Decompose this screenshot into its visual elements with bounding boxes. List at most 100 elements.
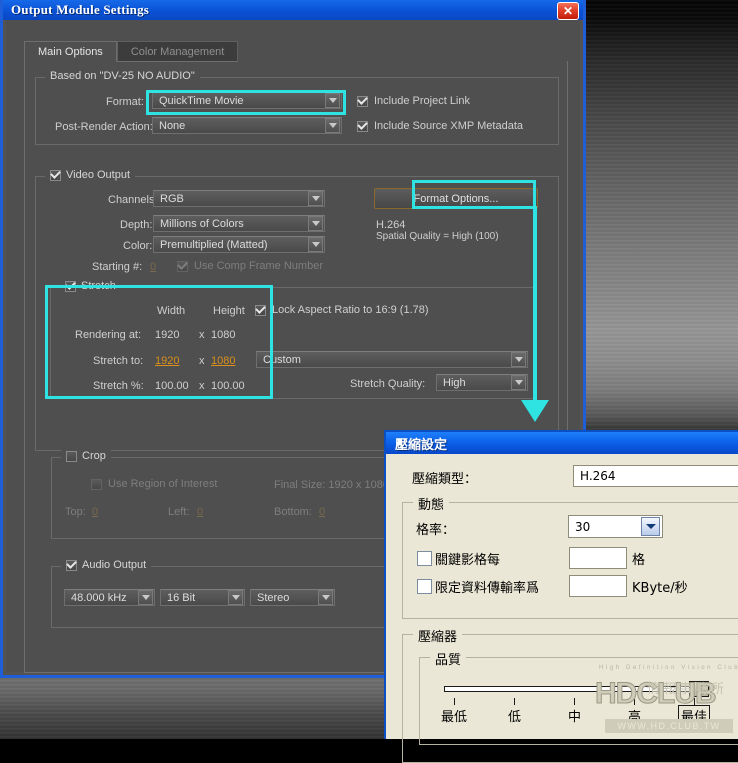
close-icon[interactable]: ✕	[557, 2, 579, 20]
codec-info-line2: Spatial Quality = High (100)	[376, 231, 499, 242]
depth-combo[interactable]: Millions of Colors	[153, 215, 325, 232]
dialog-titlebar[interactable]: Output Module Settings ✕	[3, 0, 583, 20]
keyframe-checkbox[interactable]	[417, 551, 432, 566]
checkbox-icon	[255, 304, 266, 316]
stretch-percent-label: Stretch %:	[93, 380, 144, 392]
stretch-percent-separator: x	[199, 380, 205, 392]
include-project-link-checkbox[interactable]: Include Project Link	[357, 95, 470, 107]
chevron-down-icon[interactable]	[138, 590, 153, 605]
channels-label: Channels:	[108, 194, 158, 206]
compression-type-label: 壓縮類型：	[412, 472, 478, 487]
audio-rate-combo[interactable]: 48.000 kHz	[64, 589, 155, 606]
use-comp-frame-number-label: Use Comp Frame Number	[194, 260, 323, 272]
framerate-dropdown[interactable]: 30	[568, 515, 663, 538]
quality-label-lowest[interactable]: 最低	[441, 706, 467, 725]
keyframe-input[interactable]	[569, 547, 627, 569]
framerate-label: 格率：	[416, 523, 456, 538]
stretch-preset-combo[interactable]: Custom	[256, 351, 528, 368]
checkbox-icon	[66, 450, 77, 462]
include-xmp-label: Include Source XMP Metadata	[374, 120, 523, 132]
quality-slider-track[interactable]	[444, 686, 704, 692]
audio-channels-combo[interactable]: Stereo	[250, 589, 335, 606]
crop-top-value: 0	[92, 506, 99, 518]
use-region-of-interest-label: Use Region of Interest	[108, 478, 218, 490]
datarate-checkbox[interactable]	[417, 579, 432, 594]
chevron-down-icon[interactable]	[308, 237, 323, 252]
chevron-down-icon[interactable]	[511, 352, 526, 367]
quality-label-medium[interactable]: 中	[568, 706, 581, 725]
checkbox-icon	[91, 478, 102, 490]
motion-legend: 動態	[413, 494, 450, 513]
chevron-down-icon[interactable]	[325, 93, 340, 108]
include-project-link-label: Include Project Link	[374, 95, 470, 107]
channels-combo[interactable]: RGB	[153, 190, 325, 207]
compressor-legend: 壓縮器	[413, 626, 463, 645]
format-combo[interactable]: QuickTime Movie	[152, 92, 342, 109]
audio-depth-combo[interactable]: 16 Bit	[160, 589, 245, 606]
color-label: Color:	[123, 240, 153, 252]
quality-slider-thumb[interactable]	[689, 681, 709, 697]
stretch-legend-row[interactable]: Stretch	[60, 280, 121, 292]
quality-label-best[interactable]: 最佳	[678, 705, 711, 726]
stretch-to-width[interactable]: 1920	[155, 355, 179, 367]
crop-legend: Crop	[82, 450, 106, 462]
tab-main-options[interactable]: Main Options	[24, 41, 117, 62]
stretch-group: Stretch Width Height Lock Aspect Ratio t…	[50, 280, 536, 399]
checkbox-icon	[357, 120, 368, 132]
compression-dialog-titlebar[interactable]: 壓縮設定	[386, 432, 738, 454]
compression-dialog-body: 壓縮類型： H.264 動態 格率： 30 關鍵影格每 格 限定資料傳輸率爲 K…	[386, 454, 738, 763]
stretch-quality-label: Stretch Quality:	[350, 378, 426, 390]
framerate-value: 30	[575, 519, 591, 534]
quality-label-high[interactable]: 高	[628, 706, 641, 725]
video-output-legend-row[interactable]: Video Output	[45, 169, 136, 181]
lock-aspect-ratio-checkbox[interactable]: Lock Aspect Ratio to 16:9 (1.78)	[255, 304, 429, 316]
quality-group: 品質 最低 低 中 高 最佳	[419, 649, 738, 745]
quality-tick-4	[694, 698, 695, 705]
compression-type-value: H.264	[580, 469, 616, 483]
color-value: Premultiplied (Matted)	[160, 238, 268, 251]
use-comp-frame-number-checkbox: Use Comp Frame Number	[177, 260, 323, 272]
tab-color-management[interactable]: Color Management	[116, 41, 239, 62]
based-on-group: Based on "DV-25 NO AUDIO" Format: QuickT…	[35, 70, 559, 145]
rendering-at-label: Rendering at:	[75, 329, 142, 341]
compression-type-field[interactable]: H.264	[573, 465, 738, 487]
chevron-down-icon[interactable]	[228, 590, 243, 605]
datarate-input[interactable]	[569, 575, 627, 597]
stretch-to-height[interactable]: 1080	[211, 355, 235, 367]
post-render-combo[interactable]: None	[152, 117, 342, 134]
chevron-down-icon[interactable]	[511, 375, 526, 390]
video-output-group: Video Output Channels: RGB Depth: Millio…	[35, 169, 559, 451]
stretch-legend: Stretch	[81, 280, 116, 292]
audio-output-legend-row[interactable]: Audio Output	[61, 559, 152, 571]
stretch-quality-combo[interactable]: High	[436, 374, 528, 391]
stretch-percent-width: 100.00	[155, 380, 189, 392]
color-combo[interactable]: Premultiplied (Matted)	[153, 236, 325, 253]
chevron-down-icon[interactable]	[641, 517, 660, 536]
checkbox-icon	[50, 169, 61, 181]
quality-tick-3	[634, 698, 635, 705]
audio-depth-value: 16 Bit	[167, 591, 196, 604]
stretch-quality-value: High	[443, 376, 466, 389]
chevron-down-icon[interactable]	[308, 191, 323, 206]
stretch-col-height: Height	[213, 305, 245, 317]
keyframe-label: 關鍵影格每	[435, 553, 501, 568]
datarate-unit: KByte/秒	[632, 581, 688, 596]
checkbox-icon	[357, 95, 368, 107]
format-options-button[interactable]: Format Options...	[374, 188, 538, 209]
chevron-down-icon[interactable]	[308, 216, 323, 231]
include-xmp-checkbox[interactable]: Include Source XMP Metadata	[357, 120, 523, 132]
final-size-label: Final Size: 1920 x 1080	[274, 479, 389, 491]
crop-legend-row[interactable]: Crop	[61, 450, 111, 462]
starting-number-value[interactable]: 0	[150, 261, 156, 273]
tab-bar: Main Options Color Management	[24, 41, 239, 62]
rendering-at-width: 1920	[155, 329, 180, 341]
post-render-value: None	[159, 119, 186, 132]
quality-label-low[interactable]: 低	[508, 706, 521, 725]
crop-left-value: 0	[197, 506, 204, 518]
use-region-of-interest-checkbox: Use Region of Interest	[91, 478, 217, 490]
stretch-col-width: Width	[157, 305, 186, 317]
keyframe-unit: 格	[632, 553, 646, 568]
chevron-down-icon[interactable]	[318, 590, 333, 605]
stretch-to-separator: x	[199, 355, 205, 367]
chevron-down-icon[interactable]	[325, 118, 340, 133]
